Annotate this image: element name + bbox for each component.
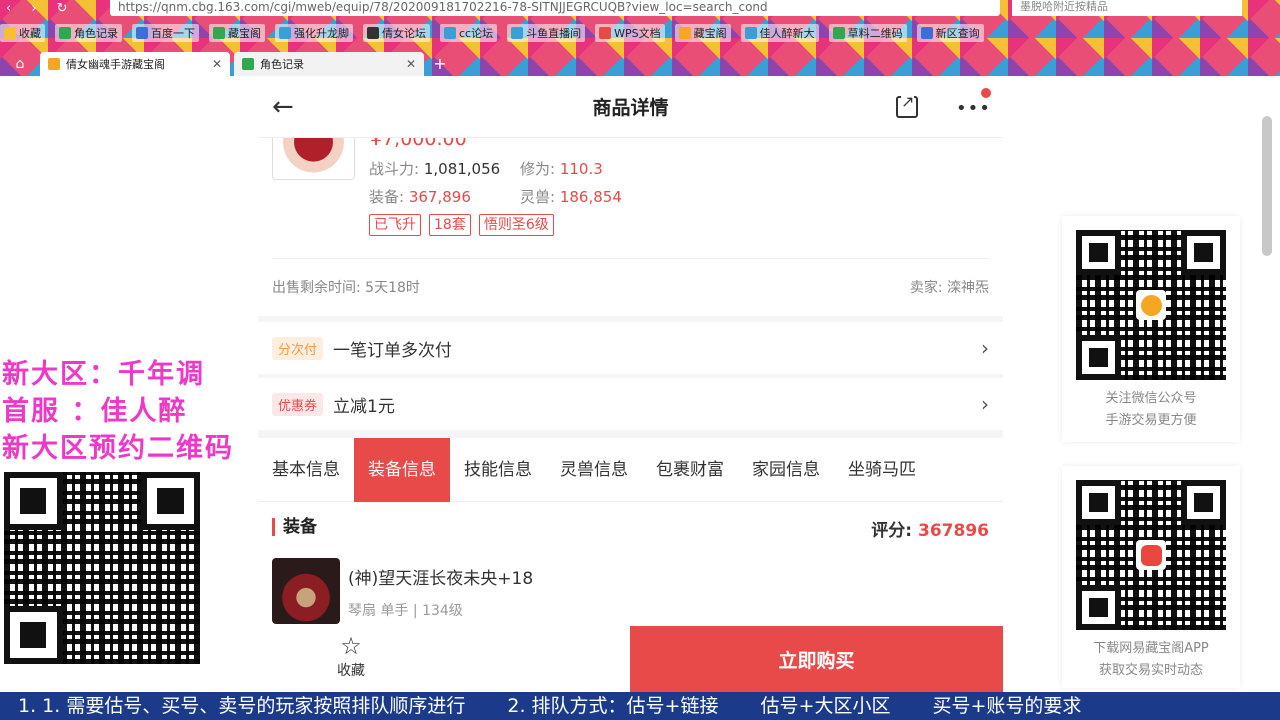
- fan-weapon-icon[interactable]: [272, 558, 340, 624]
- bottom-action-bar: ☆ 收藏 立即购买: [258, 626, 1003, 692]
- bookmark-favicon-icon: [511, 27, 524, 39]
- bookmarks-bar: 收藏 角色记录 百度一下 藏宝阁 强化升龙脚 倩女论坛 cc论坛 斗鱼直播间 W…: [0, 22, 994, 44]
- bookmark-item[interactable]: 角色记录: [55, 24, 122, 42]
- tab-favicon-icon: [242, 58, 254, 70]
- stream-overlay-text: 新大区：千年调 首服 ：佳人醉 新大区预约二维码: [2, 356, 234, 467]
- stream-ticker: 1. 1. 需要估号、买号、卖号的玩家按照排队顺序进行 2. 排队方式：估号+链…: [0, 692, 1280, 720]
- bookmark-favorites[interactable]: 收藏: [0, 24, 45, 42]
- browser-tab-role-record[interactable]: 角色记录 ✕: [234, 52, 424, 76]
- bookmark-favicon-icon: [279, 27, 291, 39]
- bookmark-favicon-icon: [832, 27, 845, 39]
- bookmark-favicon-icon: [136, 27, 148, 39]
- tag-list: 已飞升 18套 悟则圣6级: [369, 214, 562, 236]
- overlay-line-1: 新大区：千年调: [2, 359, 205, 390]
- coupon-row[interactable]: 优惠券 立减1元 ›: [258, 378, 1003, 430]
- bookmark-item[interactable]: cc论坛: [440, 24, 498, 42]
- address-bar-row: ‹ › ↻ https://qnm.cbg.163.com/cgi/mweb/e…: [0, 0, 1280, 16]
- tab-mount-info[interactable]: 坐骑马匹: [834, 438, 930, 502]
- buy-now-button[interactable]: 立即购买: [630, 626, 1003, 692]
- installment-row[interactable]: 分次付 一笔订单多次付 ›: [258, 322, 1003, 374]
- wechat-qr-card: 关注微信公众号 手游交易更方便: [1062, 216, 1240, 442]
- bookmark-favicon-icon: [213, 27, 225, 39]
- page-content: 新大区：千年调 首服 ：佳人醉 新大区预约二维码 ← 商品详情 ••• ¥7,0…: [0, 76, 1280, 692]
- tab-bag-wealth[interactable]: 包裹财富: [642, 438, 738, 502]
- browser-search-input[interactable]: 墨脱哈附近按精品: [1012, 0, 1242, 16]
- star-outline-icon: ☆: [340, 632, 362, 660]
- bookmark-item[interactable]: 新区查询: [916, 24, 984, 42]
- info-tabs: 基本信息 装备信息 技能信息 灵兽信息 包裹财富 家园信息 坐骑马匹: [258, 437, 1003, 502]
- bookmark-item[interactable]: 斗鱼直播间: [507, 24, 586, 42]
- bookmark-item[interactable]: 佳人醉新大: [740, 24, 819, 42]
- bookmark-favicon-icon: [599, 27, 612, 39]
- bookmark-item[interactable]: WPS文档: [595, 24, 665, 42]
- divider: [272, 258, 989, 259]
- beast-stat: 灵兽: 186,854: [520, 188, 622, 206]
- bookmark-favicon-icon: [367, 27, 379, 39]
- character-avatar[interactable]: [272, 138, 355, 180]
- tab-equipment-info[interactable]: 装备信息: [354, 437, 450, 502]
- bookmark-item[interactable]: 藏宝阁: [674, 24, 731, 42]
- coupon-text: 立减1元: [333, 396, 395, 417]
- chevron-right-icon: ›: [981, 336, 989, 360]
- tab-home-info[interactable]: 家园信息: [738, 438, 834, 502]
- share-icon[interactable]: [896, 92, 918, 118]
- seller-name: 卖家: 滦神炁: [909, 280, 989, 296]
- favorite-button[interactable]: ☆ 收藏: [326, 632, 376, 680]
- equipment-item-name[interactable]: (神)望天涯长夜未央+18: [348, 564, 533, 589]
- bookmark-item[interactable]: 草料二维码: [828, 24, 907, 42]
- tab-favicon-icon: [48, 58, 60, 70]
- power-stat: 战斗力: 1,081,056: [369, 160, 501, 178]
- app-download-qr-code: [1076, 480, 1226, 630]
- cbg-logo-icon: [1136, 290, 1166, 320]
- page-scrollbar[interactable]: [1262, 116, 1272, 256]
- bookmark-favicon-icon: [678, 27, 691, 39]
- url-input[interactable]: https://qnm.cbg.163.com/cgi/mweb/equip/7…: [110, 0, 1000, 16]
- close-tab-icon[interactable]: ✕: [406, 57, 416, 71]
- tag-ascended: 已飞升: [369, 214, 421, 236]
- tab-basic-info[interactable]: 基本信息: [258, 438, 354, 502]
- bookmark-favicon-icon: [744, 27, 757, 39]
- tag-sets: 18套: [429, 214, 471, 236]
- overlay-line-2: 首服 ：佳人醉: [2, 396, 188, 427]
- close-tab-icon[interactable]: ✕: [212, 57, 222, 71]
- product-summary-card: ¥7,000.00 战斗力: 1,081,056 修为: 110.3 装备: 3…: [258, 128, 1003, 316]
- new-tab-button[interactable]: +: [428, 52, 452, 76]
- tag-level: 悟则圣6级: [478, 214, 554, 236]
- tab-beast-info[interactable]: 灵兽信息: [546, 438, 642, 502]
- page-title: 商品详情: [592, 97, 669, 119]
- tab-skill-info[interactable]: 技能信息: [450, 438, 546, 502]
- overlay-line-3: 新大区预约二维码: [2, 433, 234, 464]
- coupon-badge: 优惠券: [272, 392, 324, 416]
- browser-tab-strip: ⌂ 倩女幽魂手游藏宝阁 ✕ 角色记录 ✕ +: [0, 50, 452, 76]
- installment-badge: 分次付: [272, 336, 324, 360]
- reservation-qr-code: [4, 472, 200, 664]
- home-icon[interactable]: ⌂: [0, 52, 40, 76]
- wechat-qr-code: [1076, 230, 1226, 380]
- bookmark-item[interactable]: 百度一下: [132, 24, 199, 42]
- installment-text: 一笔订单多次付: [333, 340, 453, 361]
- app-qr-card: 下载网易藏宝阁APP 获取交易实时动态: [1062, 466, 1240, 688]
- equipment-item-meta: 琴扇 单手 | 134级: [348, 603, 463, 619]
- equipment-stat: 装备: 367,896: [369, 188, 471, 206]
- bookmark-item[interactable]: 倩女论坛: [363, 24, 430, 42]
- back-arrow-icon[interactable]: ←: [272, 92, 294, 122]
- section-title: 装备: [272, 518, 317, 536]
- chevron-right-icon: ›: [981, 392, 989, 416]
- star-icon: [4, 27, 16, 39]
- more-menu-icon[interactable]: •••: [956, 98, 991, 119]
- detail-header: ← 商品详情 •••: [258, 76, 1003, 138]
- bookmark-favicon-icon: [920, 27, 933, 39]
- bookmark-favicon-icon: [444, 27, 456, 39]
- equipment-score: 评分: 367896: [871, 521, 989, 541]
- app-logo-icon: [1136, 540, 1166, 570]
- bookmark-favicon-icon: [59, 27, 71, 39]
- notification-dot: [981, 88, 991, 98]
- bookmark-item[interactable]: 强化升龙脚: [275, 24, 353, 42]
- bookmark-item[interactable]: 藏宝阁: [209, 24, 265, 42]
- browser-tab-cbg[interactable]: 倩女幽魂手游藏宝阁 ✕: [40, 52, 230, 76]
- sell-remaining-time: 出售剩余时间: 5天18时: [272, 280, 420, 296]
- cultivation-stat: 修为: 110.3: [520, 160, 603, 178]
- product-detail-panel: ← 商品详情 ••• ¥7,000.00 战斗力: 1,081,056 修为: …: [258, 76, 1003, 692]
- nav-buttons[interactable]: ‹ › ↻: [0, 1, 110, 16]
